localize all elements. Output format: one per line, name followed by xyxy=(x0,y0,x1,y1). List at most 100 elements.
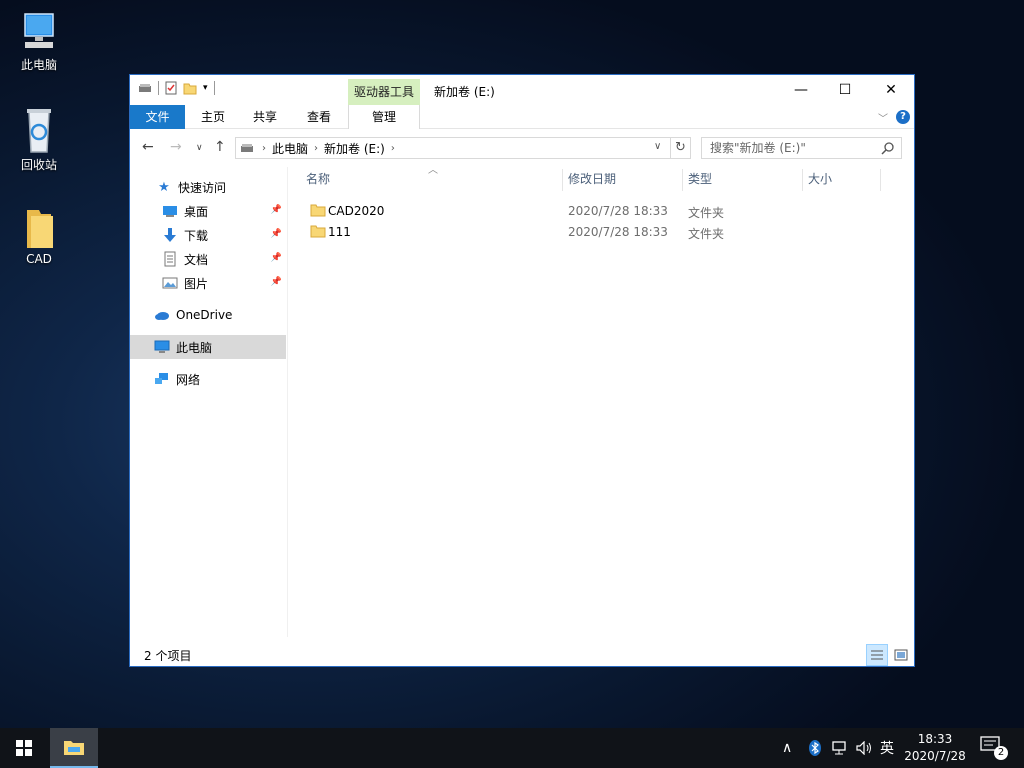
download-icon xyxy=(162,227,178,243)
sidebar-item-documents[interactable]: 文档 📌 xyxy=(130,247,286,271)
window-title: 新加卷 (E:) xyxy=(434,85,495,99)
back-arrow-icon[interactable]: ← xyxy=(142,139,154,155)
tab-file[interactable]: 文件 xyxy=(130,105,185,129)
sidebar-item-label: 此电脑 xyxy=(176,340,213,355)
file-modified: 2020/7/28 18:33 xyxy=(568,225,668,239)
tab-view[interactable]: 查看 xyxy=(304,105,334,129)
clock-time: 18:33 xyxy=(917,732,953,746)
clock-date: 2020/7/28 xyxy=(904,749,966,763)
minimize-button[interactable]: — xyxy=(778,75,824,105)
file-type: 文件夹 xyxy=(688,227,725,241)
volume-icon xyxy=(856,741,871,755)
title-bar[interactable]: ▾ 驱动器工具 新加卷 (E:) — ☐ ✕ xyxy=(130,75,914,105)
sidebar-item-downloads[interactable]: 下载 📌 xyxy=(130,223,286,247)
desktop-icon-cad[interactable]: CAD xyxy=(8,206,70,266)
sidebar-item-label: 文档 xyxy=(184,252,209,267)
new-folder-icon[interactable] xyxy=(183,81,197,95)
pin-icon[interactable]: 📌 xyxy=(271,229,282,239)
sidebar-item-this-pc[interactable]: 此电脑 xyxy=(130,335,286,359)
tab-share[interactable]: 共享 xyxy=(250,105,280,129)
action-center-button[interactable]: 2 xyxy=(980,736,1008,760)
properties-icon[interactable] xyxy=(165,81,177,95)
breadcrumb-separator-icon: › xyxy=(262,142,266,154)
input-method-indicator[interactable]: 英 xyxy=(880,728,894,768)
folder-icon xyxy=(310,225,326,238)
expand-ribbon-chevron-icon[interactable]: ﹀ xyxy=(878,110,888,125)
file-name: 111 xyxy=(328,225,351,239)
volume-tray[interactable] xyxy=(856,728,874,768)
network-icon xyxy=(154,371,170,387)
breadcrumb-drive-e[interactable]: 新加卷 (E:) xyxy=(324,140,385,157)
navigation-pane: ★ 快速访问 桌面 📌 下载 📌 文档 📌 图片 📌 OneDrive 此电脑 … xyxy=(130,167,288,637)
breadcrumb-this-pc[interactable]: 此电脑 xyxy=(272,140,308,157)
folder-icon xyxy=(310,204,326,217)
sidebar-item-onedrive[interactable]: OneDrive xyxy=(130,303,286,327)
forward-arrow-icon[interactable]: → xyxy=(170,139,182,155)
search-icon xyxy=(881,142,894,155)
pin-icon[interactable]: 📌 xyxy=(271,253,282,263)
sidebar-item-pictures[interactable]: 图片 📌 xyxy=(130,271,286,295)
sidebar-item-label: 桌面 xyxy=(184,204,209,219)
status-bar-item-count: 2 个项目 xyxy=(144,649,192,663)
pin-icon[interactable]: 📌 xyxy=(271,205,282,215)
file-row-cad2020[interactable]: CAD2020 2020/7/28 18:33 文件夹 xyxy=(306,201,886,222)
drive-icon[interactable] xyxy=(138,83,152,93)
search-input[interactable]: 搜索"新加卷 (E:)" xyxy=(701,137,902,159)
navigation-bar: ← → ∨ ↑ › 此电脑 › 新加卷 (E:) › ∨ ↻ 搜索"新加卷 (E… xyxy=(130,133,914,163)
file-row-111[interactable]: 111 2020/7/28 18:33 文件夹 xyxy=(306,222,886,243)
bluetooth-tray[interactable] xyxy=(808,728,822,768)
recent-locations-chevron-icon[interactable]: ∨ xyxy=(196,143,203,153)
sidebar-item-label: 网络 xyxy=(176,372,201,387)
toolbar-divider xyxy=(213,81,215,95)
desktop-icon-label: 回收站 xyxy=(20,158,57,172)
details-view-button[interactable] xyxy=(866,644,888,666)
column-header-name[interactable]: 名称 xyxy=(290,167,562,191)
taskbar: ∧ 英 18:33 2020/7/28 2 xyxy=(0,728,1024,768)
drive-tools-tab-group: 驱动器工具 xyxy=(348,79,420,105)
folder-icon xyxy=(27,210,53,248)
sidebar-item-network[interactable]: 网络 xyxy=(130,367,286,391)
file-name: CAD2020 xyxy=(328,204,385,218)
desktop-icon-label: 此电脑 xyxy=(20,58,57,72)
chevron-up-icon: ∧ xyxy=(782,740,793,756)
large-icons-view-button[interactable] xyxy=(890,644,912,666)
desktop-icon-recycle-bin[interactable]: 回收站 xyxy=(8,106,70,173)
search-placeholder: 搜索"新加卷 (E:)" xyxy=(710,141,806,155)
column-divider[interactable] xyxy=(880,169,881,191)
refresh-icon[interactable]: ↻ xyxy=(671,137,691,159)
sidebar-item-desktop[interactable]: 桌面 📌 xyxy=(130,199,286,223)
cloud-icon xyxy=(154,307,170,323)
customize-toolbar-chevron-icon[interactable]: ▾ xyxy=(203,83,208,93)
sidebar-item-label: OneDrive xyxy=(176,308,233,322)
this-pc-icon xyxy=(24,13,54,48)
help-icon[interactable]: ? xyxy=(896,110,910,124)
desktop-icon-this-pc[interactable]: 此电脑 xyxy=(8,10,70,73)
sidebar-item-quick-access[interactable]: ★ 快速访问 xyxy=(130,175,286,199)
maximize-button[interactable]: ☐ xyxy=(822,75,868,105)
recycle-bin-icon xyxy=(27,109,51,153)
pin-icon[interactable]: 📌 xyxy=(271,277,282,287)
column-header-size[interactable]: 大小 xyxy=(792,167,872,191)
tab-manage[interactable]: 管理 xyxy=(348,105,420,129)
taskbar-file-explorer[interactable] xyxy=(50,728,98,768)
address-bar[interactable]: › 此电脑 › 新加卷 (E:) › xyxy=(235,137,671,159)
network-tray[interactable] xyxy=(832,728,848,768)
clock[interactable]: 18:33 2020/7/28 xyxy=(898,731,972,765)
desktop-icon-label: CAD xyxy=(26,252,52,266)
tab-home[interactable]: 主页 xyxy=(198,105,228,129)
address-history-chevron-icon[interactable]: ∨ xyxy=(654,141,661,152)
show-hidden-icons[interactable]: ∧ xyxy=(782,728,792,768)
start-button[interactable] xyxy=(0,728,48,768)
up-arrow-icon[interactable]: ↑ xyxy=(214,139,226,155)
documents-icon xyxy=(162,251,178,267)
sidebar-item-label: 快速访问 xyxy=(178,180,227,195)
large-icons-view-icon xyxy=(894,649,908,661)
ribbon-tabs: 文件 主页 共享 查看 管理 ﹀ ? xyxy=(130,105,914,129)
file-list: ︿ 名称 修改日期 类型 大小 CAD2020 2020/7/28 18:33 … xyxy=(290,165,910,637)
notification-count-badge: 2 xyxy=(994,746,1008,760)
column-header-modified[interactable]: 修改日期 xyxy=(552,167,682,191)
column-header-type[interactable]: 类型 xyxy=(672,167,802,191)
sidebar-item-label: 下载 xyxy=(184,228,209,243)
close-button[interactable]: ✕ xyxy=(868,75,914,105)
file-modified: 2020/7/28 18:33 xyxy=(568,204,668,218)
